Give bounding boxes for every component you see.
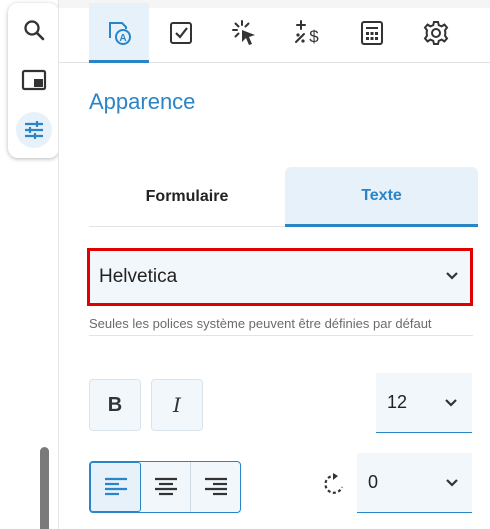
rotation-select[interactable]: 0 (357, 453, 472, 513)
text-align-group (89, 461, 241, 513)
font-family-value: Helvetica (99, 266, 178, 287)
segment-texte[interactable]: Texte (285, 167, 478, 227)
click-cursor-icon (232, 20, 255, 45)
align-right-button[interactable] (191, 462, 240, 512)
window-button[interactable] (16, 62, 52, 98)
svg-text:A: A (119, 33, 126, 44)
svg-text:$: $ (309, 27, 319, 46)
tab-format[interactable] (342, 3, 402, 63)
chevron-down-icon (446, 272, 458, 280)
chevron-down-icon (445, 399, 457, 407)
calculator-icon (361, 21, 383, 45)
window-icon (21, 69, 47, 91)
chevron-down-icon (446, 479, 458, 487)
font-size-value: 12 (387, 392, 408, 412)
search-icon (24, 20, 45, 41)
checkbox-icon (170, 22, 192, 44)
align-left-button[interactable] (90, 462, 141, 512)
tab-calculate[interactable]: $ (278, 3, 338, 63)
rotate-icon (324, 473, 344, 494)
scrollbar-thumb[interactable] (40, 447, 49, 529)
align-center-button[interactable] (141, 462, 191, 512)
side-toolbar (8, 3, 59, 158)
italic-button[interactable]: I (151, 379, 203, 431)
tab-settings[interactable] (406, 3, 466, 63)
panel-title: Apparence (89, 89, 196, 114)
panel-tabs: A $ (59, 0, 490, 63)
tune-sliders-icon (25, 121, 43, 139)
align-left-icon (104, 477, 127, 496)
font-size-select[interactable]: 12 (376, 373, 472, 433)
rotation-value: 0 (368, 472, 379, 492)
appearance-text-icon: A (109, 21, 131, 45)
tune-button[interactable] (16, 112, 52, 148)
tab-actions[interactable] (215, 3, 275, 63)
calculation-icon: $ (295, 20, 319, 46)
settings-gear-icon (423, 21, 449, 45)
align-right-icon (204, 477, 227, 496)
segment-formulaire[interactable]: Formulaire (89, 167, 285, 227)
tab-options[interactable] (151, 3, 211, 63)
tab-appearance[interactable]: A (89, 3, 149, 63)
font-hint: Seules les polices système peuvent être … (89, 314, 473, 336)
properties-panel: A $ Apparence Formulaire Texte Helvetica… (58, 0, 490, 529)
bold-button[interactable]: B (89, 379, 141, 431)
align-center-icon (154, 477, 177, 496)
search-button[interactable] (16, 12, 52, 48)
font-family-select[interactable]: Helvetica (87, 248, 473, 306)
